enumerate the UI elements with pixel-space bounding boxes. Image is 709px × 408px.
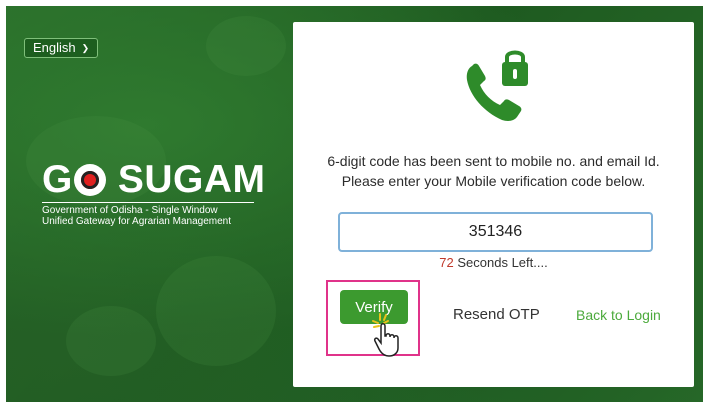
brand-block: G SUGAM Government of Odisha - Single Wi… <box>42 160 272 227</box>
logo-word-sugam: SUGAM <box>117 158 266 201</box>
logo-letter-g: G <box>42 158 73 201</box>
login-screen: English ❯ G SUGAM Government of Odisha -… <box>6 6 703 402</box>
screenshot-frame: English ❯ G SUGAM Government of Odisha -… <box>0 0 709 408</box>
otp-message-line2: Please enter your Mobile verification co… <box>341 173 646 189</box>
resend-otp-link[interactable]: Resend OTP <box>453 306 540 323</box>
otp-message-line1: 6-digit code has been sent to mobile no.… <box>327 153 660 169</box>
otp-input[interactable] <box>338 212 653 252</box>
hand-pointer-icon <box>372 313 399 357</box>
brand-divider <box>42 202 254 203</box>
background-leaf <box>206 16 286 76</box>
background-leaf <box>66 306 156 376</box>
otp-card: 6-digit code has been sent to mobile no.… <box>293 22 694 387</box>
brand-subtitle-line1: Government of Odisha - Single Window <box>42 205 218 216</box>
background-leaf <box>156 256 276 366</box>
brand-subtitle-line2: Unified Gateway for Agrarian Management <box>42 216 231 227</box>
back-to-login-link[interactable]: Back to Login <box>576 307 661 323</box>
timer-suffix: Seconds Left.... <box>453 255 548 270</box>
language-select-value: English <box>33 40 76 55</box>
language-select[interactable]: English ❯ <box>24 38 99 58</box>
timer-seconds: 72 <box>439 255 454 270</box>
logo-target-icon <box>73 164 106 196</box>
phone-lock-icon <box>466 50 528 121</box>
chevron-down-icon: ❯ <box>81 43 90 53</box>
otp-instructions: 6-digit code has been sent to mobile no.… <box>293 151 694 191</box>
otp-timer: 72 Seconds Left.... <box>293 255 694 270</box>
brand-logo: G SUGAM <box>42 160 272 200</box>
